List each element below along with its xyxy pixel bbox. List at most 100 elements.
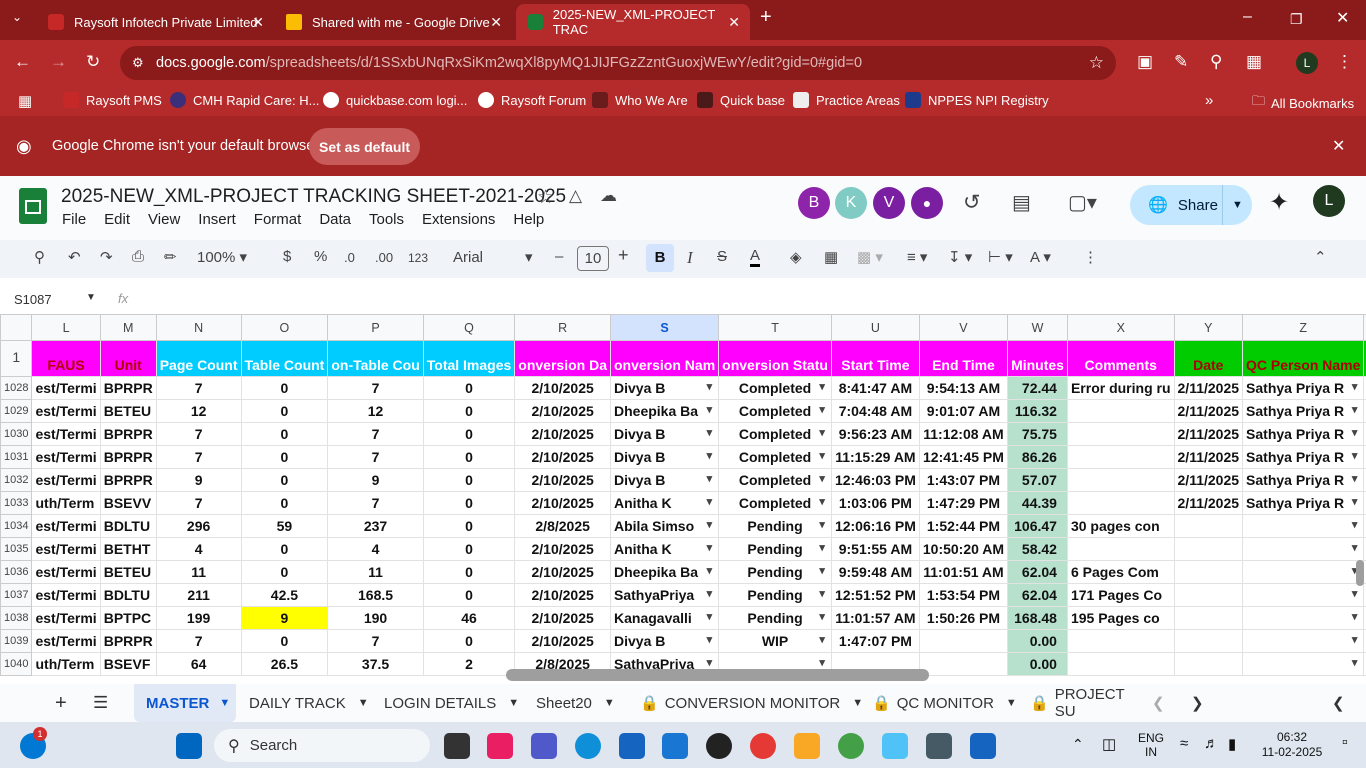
table-cell[interactable]: est/Termi xyxy=(31,514,101,538)
table-cell[interactable]: 171 Pages Co xyxy=(1066,583,1175,607)
battery-icon[interactable]: ▮ xyxy=(1228,735,1236,753)
collaborator-avatar[interactable]: V xyxy=(873,187,905,219)
table-cell[interactable]: 9 xyxy=(327,468,424,492)
volume-icon[interactable]: ♬ xyxy=(1204,735,1219,752)
table-cell[interactable] xyxy=(1173,560,1244,584)
collaborator-avatar[interactable]: B xyxy=(798,187,830,219)
edge-icon[interactable] xyxy=(575,733,601,759)
table-cell[interactable]: 0 xyxy=(422,583,516,607)
share-dropdown-icon[interactable]: ▼ xyxy=(1222,185,1252,225)
table-cell[interactable]: 9:54:13 AM xyxy=(918,376,1009,400)
back-icon[interactable]: ← xyxy=(14,52,31,72)
table-cell[interactable]: 11 xyxy=(155,560,242,584)
table-cell[interactable]: 106.47 xyxy=(1007,514,1068,538)
table-cell[interactable]: 11:12:08 AM xyxy=(918,422,1009,446)
print-icon[interactable]: ⎙ xyxy=(132,248,144,265)
pen-extension-icon[interactable]: ✎ xyxy=(1174,52,1188,72)
meet-icon[interactable]: ▢▾ xyxy=(1068,190,1097,215)
table-cell[interactable]: est/Termi xyxy=(31,376,101,400)
column-header[interactable]: N xyxy=(155,314,242,341)
document-title[interactable]: 2025-NEW_XML-PROJECT TRACKING SHEET-2021… xyxy=(61,186,566,208)
remote-app-icon[interactable] xyxy=(662,733,688,759)
currency-format-button[interactable]: $ xyxy=(283,248,291,265)
table-cell[interactable]: 2/8/2025 xyxy=(514,514,611,538)
column-header[interactable]: S xyxy=(609,314,720,341)
store-icon[interactable] xyxy=(619,733,645,759)
copilot-app-icon[interactable] xyxy=(487,733,513,759)
table-cell[interactable] xyxy=(1173,629,1244,653)
dropdown-cell[interactable]: Pending xyxy=(718,606,832,630)
text-wrapping-icon[interactable]: ⊢ ▾ xyxy=(988,248,1013,266)
tab-search-icon[interactable]: ⌄ xyxy=(12,10,22,24)
dropdown-cell[interactable]: Dheepika Ba xyxy=(609,560,720,584)
table-cell[interactable]: 2/10/2025 xyxy=(514,399,611,423)
table-cell[interactable]: 2/10/2025 xyxy=(514,468,611,492)
side-panel-toggle-icon[interactable]: ❮ xyxy=(1332,684,1345,722)
table-cell[interactable]: est/Termi xyxy=(31,399,101,423)
percent-format-button[interactable]: % xyxy=(314,248,327,265)
header-cell[interactable]: Table Count xyxy=(240,340,329,377)
table-cell[interactable]: 12:06:16 PM xyxy=(830,514,920,538)
table-cell[interactable] xyxy=(1173,537,1244,561)
header-cell[interactable]: FAUS xyxy=(31,340,101,377)
table-cell[interactable]: 1:47:07 PM xyxy=(830,629,920,653)
table-cell[interactable]: 7 xyxy=(327,445,424,469)
merge-cells-icon[interactable]: ▩ ▾ xyxy=(857,248,883,266)
header-cell[interactable]: on-Table Cou xyxy=(327,340,424,377)
table-cell[interactable]: 0 xyxy=(422,468,516,492)
column-header[interactable]: M xyxy=(99,314,157,341)
dropdown-cell[interactable] xyxy=(1242,560,1365,584)
header-cell[interactable]: Date xyxy=(1173,340,1244,377)
row-number[interactable]: 1040 xyxy=(0,652,33,676)
header-cell[interactable]: Total Images xyxy=(422,340,516,377)
table-cell[interactable]: 0 xyxy=(422,376,516,400)
bookmark-cmh[interactable]: CMH Rapid Care: H... xyxy=(170,92,319,108)
dropdown-cell[interactable]: Pending xyxy=(718,583,832,607)
table-cell[interactable]: 7 xyxy=(155,445,242,469)
gemini-spark-icon[interactable]: ✦ xyxy=(1269,188,1289,217)
table-cell[interactable] xyxy=(1173,652,1244,676)
zoom-select[interactable]: 100% ▾ xyxy=(197,248,247,266)
dropdown-cell[interactable]: Sathya Priya R xyxy=(1242,491,1365,515)
table-cell[interactable]: 11:01:57 AM xyxy=(830,606,920,630)
table-cell[interactable]: 2/10/2025 xyxy=(514,491,611,515)
table-cell[interactable] xyxy=(1066,468,1175,492)
dropdown-cell[interactable]: Sathya Priya R xyxy=(1242,445,1365,469)
table-cell[interactable]: 7 xyxy=(155,629,242,653)
table-cell[interactable]: 2/11/2025 xyxy=(1173,376,1244,400)
table-cell[interactable]: 9:51:55 AM xyxy=(830,537,920,561)
table-cell[interactable] xyxy=(1066,652,1175,676)
dropdown-cell[interactable] xyxy=(1242,606,1365,630)
table-cell[interactable]: 11 xyxy=(327,560,424,584)
column-header[interactable]: Q xyxy=(422,314,516,341)
horizontal-align-icon[interactable]: ≡ ▾ xyxy=(907,248,927,266)
search-menus-icon[interactable]: ⚲ xyxy=(34,248,45,266)
dropdown-cell[interactable] xyxy=(1242,537,1365,561)
table-cell[interactable]: 9 xyxy=(240,606,329,630)
table-cell[interactable]: BDLTU xyxy=(99,583,157,607)
table-cell[interactable] xyxy=(918,629,1009,653)
table-cell[interactable]: 6 Pages Com xyxy=(1066,560,1175,584)
taskbar-search[interactable]: ⚲ Search xyxy=(214,729,430,762)
table-cell[interactable]: BETEU xyxy=(99,560,157,584)
increase-font-size-icon[interactable]: + xyxy=(618,245,629,266)
bookmark-who-we-are[interactable]: Who We Are xyxy=(592,92,688,108)
table-cell[interactable]: BPRPR xyxy=(99,629,157,653)
sheet-tab-master[interactable]: MASTER ▼ xyxy=(134,684,236,722)
select-all-corner[interactable] xyxy=(0,314,33,341)
close-tab-icon[interactable]: ✕ xyxy=(252,14,264,31)
table-cell[interactable]: 7 xyxy=(327,376,424,400)
decrease-font-size-icon[interactable]: – xyxy=(555,248,563,265)
table-cell[interactable]: est/Termi xyxy=(31,445,101,469)
bookmark-nppes[interactable]: NPPES NPI Registry xyxy=(905,92,1049,108)
dropdown-cell[interactable]: Abila Simso xyxy=(609,514,720,538)
show-hidden-icons[interactable]: ⌃ xyxy=(1072,736,1084,753)
menu-view[interactable]: View xyxy=(148,211,180,228)
paint-format-icon[interactable]: ✏ xyxy=(164,248,177,266)
table-cell[interactable]: 7 xyxy=(327,491,424,515)
dropdown-cell[interactable]: Sathya Priya R xyxy=(1242,468,1365,492)
menu-extensions[interactable]: Extensions xyxy=(422,211,495,228)
zoom-icon[interactable]: ⚲ xyxy=(1210,52,1222,72)
profile-avatar[interactable]: L xyxy=(1296,52,1318,74)
table-cell[interactable]: est/Termi xyxy=(31,606,101,630)
